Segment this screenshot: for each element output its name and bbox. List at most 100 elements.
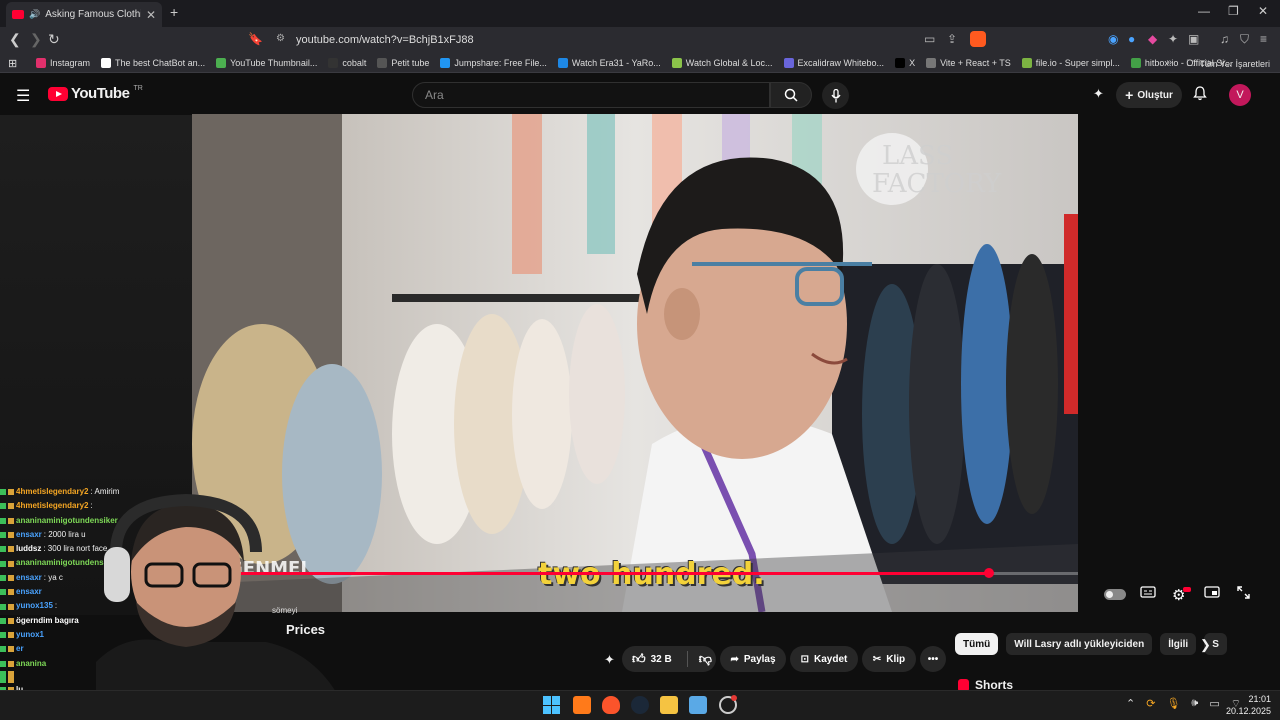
volume-icon[interactable]: 🕪: [1191, 697, 1198, 711]
extension-icon[interactable]: ◉: [1108, 32, 1118, 46]
chips-next-icon[interactable]: ❯: [1200, 637, 1211, 653]
url-text: youtube.com/watch?v=BchjB1xFJ88: [296, 34, 474, 46]
avatar[interactable]: V: [1229, 84, 1251, 106]
browser-tab-bar: [0, 0, 1280, 27]
plus-icon: +: [1125, 87, 1134, 103]
bookmark-icon[interactable]: 🔖: [248, 32, 263, 46]
close-tab-icon[interactable]: ✕: [146, 8, 156, 22]
site-settings-icon[interactable]: ⚙: [276, 33, 285, 44]
clip-button[interactable]: ✂ Klip: [862, 646, 916, 672]
url-field[interactable]: ⚙ youtube.com/watch?v=BchjB1xFJ88: [270, 30, 990, 50]
fullscreen-icon[interactable]: [1237, 586, 1250, 602]
dislike-icon[interactable]: 👎︎: [699, 651, 712, 667]
tray-expand-icon[interactable]: ⌃: [1126, 697, 1135, 711]
save-button[interactable]: ⊡ Kaydet: [790, 646, 858, 672]
filter-chip[interactable]: Tümü: [955, 633, 999, 655]
bookmark-item[interactable]: Watch Global & Loc...: [671, 57, 773, 68]
menu-icon[interactable]: ≡: [1260, 32, 1267, 46]
ai-sparkle-icon[interactable]: ✦: [1093, 86, 1104, 102]
bookmark-favicon-icon: [671, 57, 682, 68]
app-icon[interactable]: [573, 696, 591, 714]
sync-icon[interactable]: ⟳: [1146, 697, 1155, 711]
bookmark-favicon-icon: [557, 57, 568, 68]
bookmark-label: X: [909, 57, 916, 68]
search-placeholder: Ara: [425, 88, 444, 102]
create-button[interactable]: + Oluştur: [1116, 82, 1182, 108]
chat-badge-icon: [8, 603, 14, 610]
progress-scrubber[interactable]: [984, 568, 994, 578]
close-window-icon[interactable]: ✕: [1258, 4, 1268, 18]
share-icon[interactable]: ⇪: [947, 32, 957, 46]
bookmark-item[interactable]: cobalt: [328, 57, 366, 68]
bookmark-item[interactable]: Jumpshare: Free File...: [440, 57, 547, 68]
search-button[interactable]: [770, 82, 812, 108]
bookmark-item[interactable]: X: [895, 57, 916, 68]
new-tab-icon[interactable]: +: [170, 4, 178, 20]
like-icon[interactable]: 👍︎: [632, 651, 646, 667]
all-bookmarks[interactable]: 🗀 Tüm Yer İşaretleri: [1186, 56, 1270, 72]
windows-start-icon[interactable]: [543, 696, 561, 714]
bookmark-favicon-icon: [926, 57, 937, 68]
browser-tab[interactable]: 🔊 Asking Famous Clothing Fact ✕: [6, 2, 162, 27]
cast-icon[interactable]: ▭: [924, 32, 935, 46]
speaker-icon[interactable]: 🔊: [29, 9, 40, 20]
filter-chip[interactable]: Will Lasry adlı yükleyiciden: [1006, 633, 1153, 655]
apps-grid-icon[interactable]: ⊞: [8, 57, 17, 70]
sidebar-icon[interactable]: ▣: [1188, 32, 1199, 46]
chat-badge-icon: [8, 560, 14, 567]
extensions-icon[interactable]: ✦: [1168, 32, 1178, 46]
svg-text:LASS: LASS: [882, 141, 953, 171]
file-explorer-icon[interactable]: [660, 696, 678, 714]
stream-chat: 4hmetislegendary2: Amirim 4hmetislegendar…: [0, 485, 120, 720]
bookmark-item[interactable]: file.io - Super simpl...: [1021, 57, 1120, 68]
ai-sparkle-icon[interactable]: ✦: [604, 652, 615, 668]
chat-badge-icon: [8, 546, 14, 553]
bookmark-label: file.io - Super simpl...: [1035, 57, 1120, 68]
chat-badge-icon: [0, 646, 6, 653]
captions-icon[interactable]: [1140, 586, 1156, 601]
chat-message: er: [0, 642, 120, 656]
app-icon[interactable]: [689, 696, 707, 714]
bookmark-item[interactable]: The best ChatBot an...: [101, 57, 205, 68]
miniplayer-icon[interactable]: [1204, 586, 1220, 601]
vpn-icon[interactable]: ⛉: [1240, 32, 1249, 47]
maximize-icon[interactable]: ❐: [1228, 4, 1239, 18]
bookmark-label: Excalidraw Whitebo...: [797, 57, 885, 68]
minimize-icon[interactable]: —: [1198, 4, 1210, 18]
bookmark-item[interactable]: Instagram: [36, 57, 90, 68]
notifications-bell-icon[interactable]: [1193, 86, 1207, 104]
hamburger-menu-icon[interactable]: ☰: [16, 86, 30, 106]
reload-icon[interactable]: ↻: [48, 31, 60, 48]
chat-badge-icon: [8, 660, 14, 667]
bookmark-label: YouTube Thumbnail...: [230, 57, 318, 68]
brave-browser-icon[interactable]: [602, 696, 620, 714]
like-count[interactable]: 32 B: [651, 654, 672, 665]
extension-icon[interactable]: ◆: [1148, 32, 1157, 46]
filter-chip[interactable]: İlgili: [1160, 633, 1197, 655]
more-actions-button[interactable]: •••: [920, 646, 946, 672]
microphone-icon[interactable]: 🎙︎: [1166, 697, 1180, 711]
share-button[interactable]: ➦ Paylaş: [720, 646, 786, 672]
chat-text: : 2000 lira u: [43, 529, 86, 539]
extension-icon[interactable]: ●: [1128, 32, 1135, 46]
bookmark-item[interactable]: Vite + React + TS: [926, 57, 1011, 68]
youtube-logo[interactable]: YouTube TR: [48, 85, 143, 102]
clock[interactable]: 21:01 20.12.2025: [1226, 693, 1271, 717]
bookmark-item[interactable]: Watch Era31 - YaRo...: [557, 57, 661, 68]
chat-badge-icon: [8, 574, 14, 581]
voice-search-button[interactable]: [822, 82, 849, 109]
bookmark-item[interactable]: Petit tube: [377, 57, 429, 68]
more-bookmarks-icon[interactable]: »: [1166, 57, 1172, 68]
bookmark-item[interactable]: YouTube Thumbnail...: [216, 57, 318, 68]
chat-message: yunox1: [0, 628, 120, 642]
bookmark-item[interactable]: Excalidraw Whitebo...: [783, 57, 885, 68]
music-icon[interactable]: ♫: [1220, 32, 1229, 46]
forward-icon[interactable]: ❯: [30, 31, 42, 48]
bookmark-label: Watch Global & Loc...: [685, 57, 773, 68]
display-icon[interactable]: ▭: [1209, 697, 1219, 711]
autoplay-toggle[interactable]: [1104, 589, 1126, 600]
back-icon[interactable]: ❮: [9, 31, 21, 48]
steam-icon[interactable]: [631, 696, 649, 714]
brave-shields-icon[interactable]: [970, 31, 986, 47]
search-input[interactable]: Ara: [412, 82, 770, 108]
